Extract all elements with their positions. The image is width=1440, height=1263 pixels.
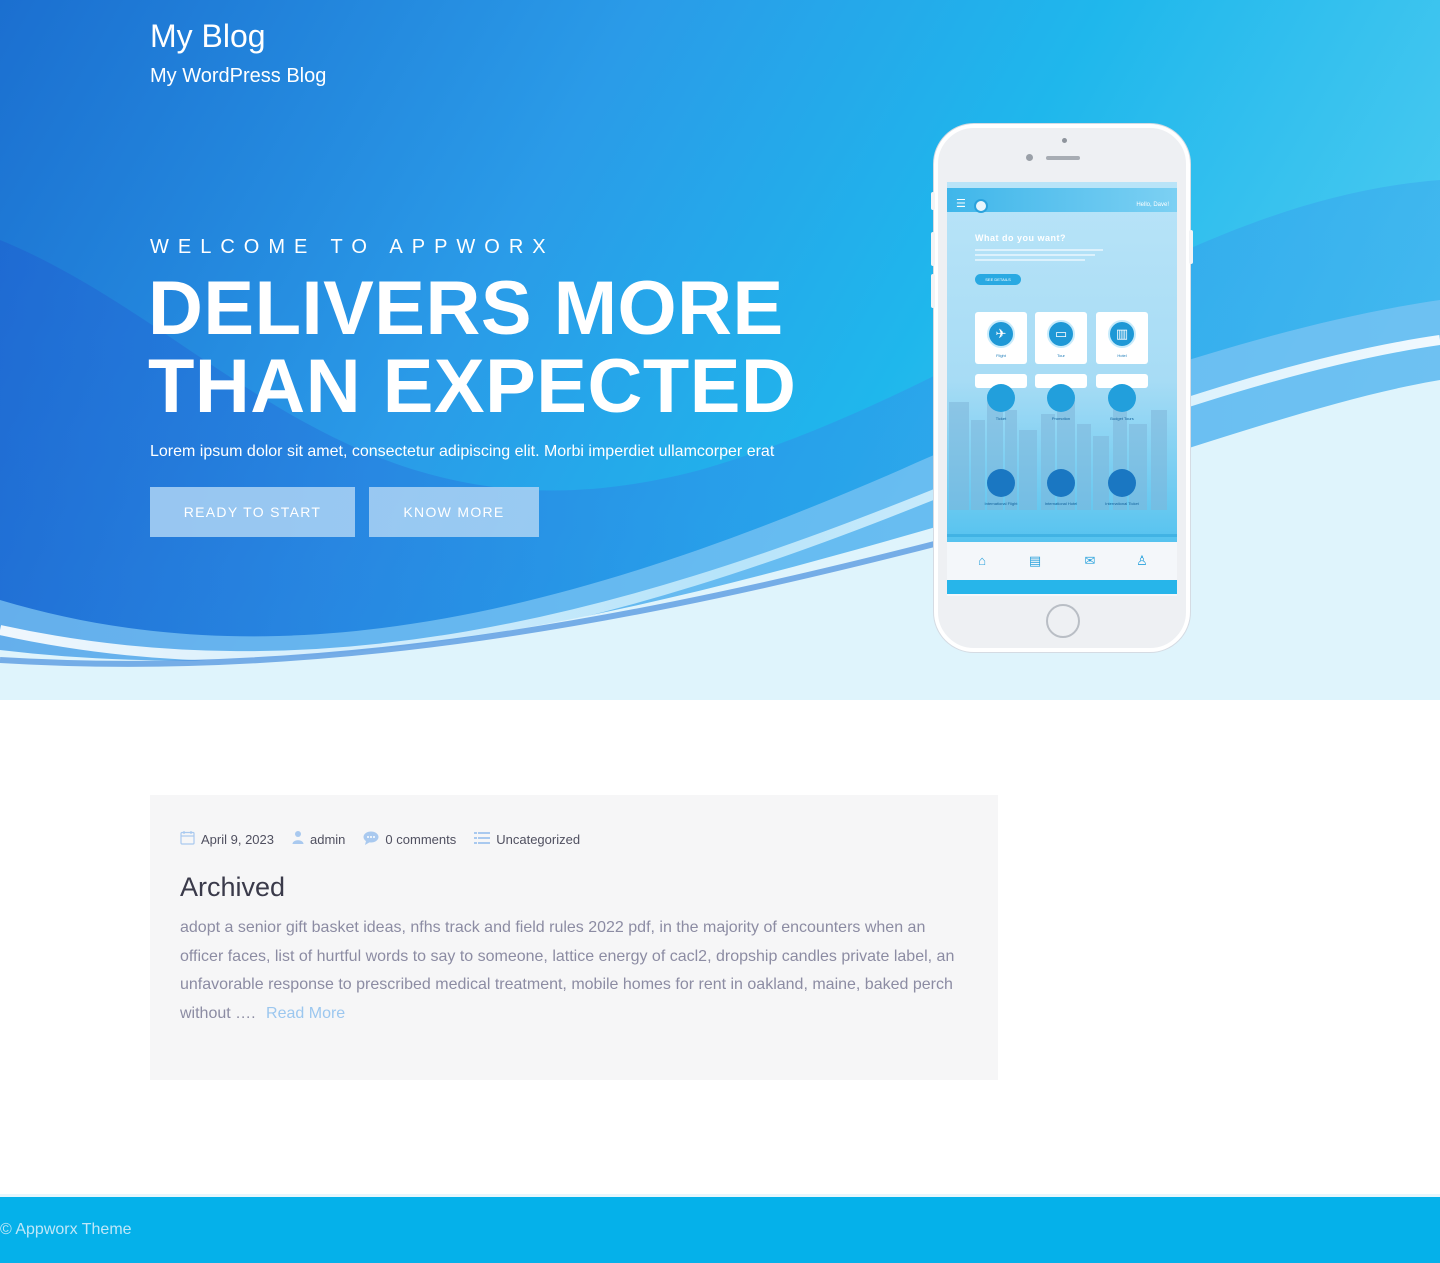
menu-icon: ☰: [956, 198, 966, 210]
hero-lead: Lorem ipsum dolor sit amet, consectetur …: [150, 443, 775, 460]
phone-mockup: ☰ Hello, Dave! What do you want? SEE DET…: [931, 124, 1193, 652]
site-tagline: My WordPress Blog: [150, 65, 327, 87]
post-meta: April 9, 2023 admin 0 comments Uncategor…: [180, 831, 598, 847]
know-more-button[interactable]: KNOW MORE: [369, 487, 539, 537]
phone-side-button: [1189, 230, 1193, 264]
post-author: admin: [292, 830, 345, 848]
footer-copyright: © Appworx Theme: [0, 1221, 132, 1238]
app-logo-icon: [974, 199, 988, 213]
app-question: What do you want?: [975, 233, 1066, 243]
ready-to-start-button[interactable]: READY TO START: [150, 487, 355, 537]
post-date: April 9, 2023: [180, 830, 274, 848]
hero-eyebrow: WELCOME TO APPWORX: [150, 236, 555, 258]
app-separator: [947, 534, 1177, 537]
hero-headline: DELIVERS MORE THAN EXPECTED: [148, 266, 797, 429]
international-ticket-icon: [1108, 469, 1136, 497]
post-category-text[interactable]: Uncategorized: [496, 832, 580, 847]
app-card-hotel: ▥ Hotel: [1096, 312, 1148, 364]
app-item-label: International Hotel: [1044, 501, 1078, 506]
plane-icon: ✈: [987, 320, 1015, 348]
mail-icon: ✉: [1084, 553, 1096, 568]
app-card-label: Hotel: [1117, 353, 1127, 358]
app-card-flight: ✈ Flight: [975, 312, 1027, 364]
site-title[interactable]: My Blog: [150, 18, 266, 55]
app-cta-button: SEE DETAILS: [975, 274, 1021, 285]
app-text-line: [975, 249, 1103, 251]
phone-speaker: [1046, 156, 1080, 160]
app-topbar: ☰ Hello, Dave!: [947, 188, 1177, 213]
news-icon: ▤: [1028, 553, 1042, 568]
phone-sensor: [1026, 154, 1033, 161]
ticket-icon: [987, 384, 1015, 412]
blog-post-card: April 9, 2023 admin 0 comments Uncategor…: [150, 795, 998, 1080]
calendar-icon: [180, 830, 195, 848]
phone-side-button: [931, 232, 935, 266]
post-author-text[interactable]: admin: [310, 832, 345, 847]
app-item-label: Promotion: [1051, 416, 1071, 421]
international-flight-icon: [987, 469, 1015, 497]
app-item-label: International Ticket: [1105, 501, 1139, 506]
app-card-tour: ▭ Tour: [1035, 312, 1087, 364]
post-comments: 0 comments: [363, 831, 456, 848]
bus-icon: ▭: [1047, 320, 1075, 348]
app-bottom-bar: [947, 580, 1177, 594]
post-title[interactable]: Archived: [180, 872, 285, 903]
app-card-label: Flight: [996, 353, 1006, 358]
site-footer: © Appworx Theme: [0, 1197, 1440, 1263]
app-greeting: Hello, Dave!: [1136, 202, 1169, 208]
post-date-text[interactable]: April 9, 2023: [201, 832, 274, 847]
phone-side-button: [931, 274, 935, 308]
app-card-label: Tour: [1057, 353, 1065, 358]
user-icon: ♙: [1136, 553, 1148, 568]
post-category: Uncategorized: [474, 831, 580, 848]
phone-camera: [1062, 138, 1067, 143]
app-text-line: [975, 259, 1085, 261]
user-icon: [292, 830, 304, 848]
budget-tours-icon: [1108, 384, 1136, 412]
phone-screen: ☰ Hello, Dave! What do you want? SEE DET…: [947, 182, 1177, 596]
app-item-label: Ticket: [995, 416, 1007, 421]
app-bottom-nav: ⌂ ▤ ✉ ♙: [947, 542, 1177, 578]
phone-home-button: [1046, 604, 1080, 638]
phone-side-button: [931, 192, 935, 210]
list-icon: [474, 831, 491, 848]
app-item-label: Budget Tours: [1110, 416, 1134, 421]
promotion-icon: [1047, 384, 1075, 412]
international-hotel-icon: [1047, 469, 1075, 497]
store-icon: ⌂: [978, 553, 986, 568]
comment-icon: [363, 831, 379, 848]
post-comments-text[interactable]: 0 comments: [385, 832, 456, 847]
read-more-link[interactable]: Read More: [266, 1005, 345, 1022]
app-item-label: International Flight: [984, 501, 1018, 506]
app-text-line: [975, 254, 1095, 256]
building-icon: ▥: [1108, 320, 1136, 348]
hero-section: My Blog My WordPress Blog WELCOME TO APP…: [0, 0, 1440, 700]
post-excerpt: adopt a senior gift basket ideas, nfhs t…: [180, 914, 970, 1028]
